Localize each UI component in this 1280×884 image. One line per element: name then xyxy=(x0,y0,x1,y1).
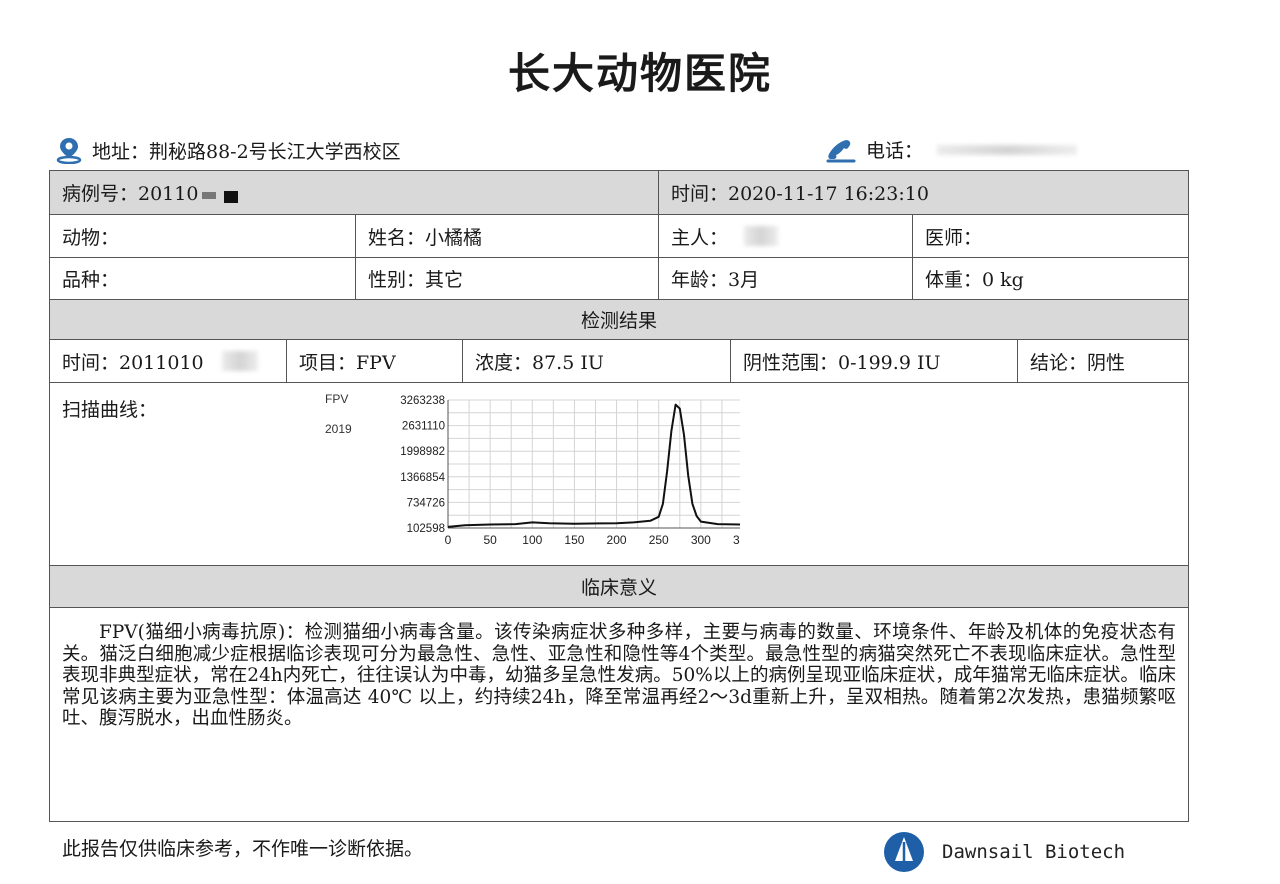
chart-x-tick-label: 0 xyxy=(445,533,452,547)
brand-name: Dawnsail Biotech xyxy=(942,841,1126,863)
scan-curve-chart: FPV 2019 102598 734726 1366854 1998982 2631110… xyxy=(325,392,740,547)
case-number: 病例号：20110 xyxy=(50,171,658,214)
chart-x-tick-label: 200 xyxy=(607,533,627,547)
negative-range-field: 阴性范围：0-199.9 IU xyxy=(730,340,1017,382)
breed-field: 品种： xyxy=(62,269,120,291)
chart-y-tick-label: 1366854 xyxy=(400,472,445,484)
case-number-redacted-2 xyxy=(224,190,239,203)
owner-redacted xyxy=(744,226,779,246)
breed-row: 品种： 性别：其它 年龄：3月 体重：0 kg xyxy=(50,258,1188,300)
result-header-row: 检测结果 xyxy=(50,300,1188,340)
chart-series-line xyxy=(447,403,740,528)
sex-field: 性别：其它 xyxy=(355,258,658,299)
chart-y-tick-label: 1998982 xyxy=(400,446,445,458)
location-pin-icon xyxy=(56,138,82,164)
meaning-header-row: 临床意义 xyxy=(50,566,1188,608)
chart-x-tick-label: 100 xyxy=(522,533,542,547)
clinical-meaning-text: FPV(猫细小病毒抗原)：检测猫细小病毒含量。该传染病症状多种多样，主要与病毒的… xyxy=(62,622,1176,729)
pet-name-field: 姓名：小橘橘 xyxy=(355,215,658,257)
case-number-redacted xyxy=(202,192,217,199)
result-row: 时间：2011010 项目：FPV 浓度：87.5 IU 阴性范围：0-199.… xyxy=(50,340,1188,383)
concentration-field: 浓度：87.5 IU xyxy=(462,340,730,382)
chart-y-tick-label: 2631110 xyxy=(402,421,445,433)
owner-label: 主人： xyxy=(671,226,729,249)
chart-y-tick-label: 3263238 xyxy=(400,395,445,407)
brand-logo: Dawnsail Biotech xyxy=(882,830,1125,874)
phone-line: 电话： xyxy=(826,136,1078,163)
chart-x-tick-label: 250 xyxy=(649,533,669,547)
result-time: 时间：2011010 xyxy=(50,340,286,382)
chart-x-tick-label: 50 xyxy=(483,533,497,547)
scan-label: 扫描曲线： xyxy=(62,399,158,421)
result-section-title: 检测结果 xyxy=(580,310,657,332)
meaning-section-title: 临床意义 xyxy=(580,577,657,599)
item-field: 项目：FPV xyxy=(286,340,462,382)
dawnsail-logo xyxy=(884,832,924,872)
chart-side-label: 2019 xyxy=(325,422,352,436)
case-row: 病例号：20110 时间：2020-11-17 16:23:10 xyxy=(50,171,1188,215)
owner-field: 主人： xyxy=(658,215,912,257)
age-field: 年龄：3月 xyxy=(658,258,912,299)
chart-y-tick-label: 734726 xyxy=(407,497,445,509)
result-time-redacted xyxy=(221,351,258,371)
phone-icon xyxy=(826,139,856,162)
animal-field: 动物： xyxy=(62,226,120,249)
hospital-title: 长大动物医院 xyxy=(507,49,772,98)
chart-x-tick-label: 300 xyxy=(691,533,711,547)
weight-field: 体重：0 kg xyxy=(912,258,1188,299)
animal-row: 动物： 姓名：小橘橘 主人： 医师： xyxy=(50,215,1188,258)
address-line: 地址：荆秘路88-2号长江大学西校区 xyxy=(56,136,401,164)
chart-side-label: FPV xyxy=(325,392,348,406)
scan-curve-area: 扫描曲线： FPV 2019 102598 734726 1366854 1998982 2… xyxy=(50,383,1188,566)
address-text: 地址：荆秘路88-2号长江大学西校区 xyxy=(92,140,401,163)
case-number-text: 病例号：20110 xyxy=(62,183,199,205)
phone-label: 电话： xyxy=(866,140,924,162)
conclusion-field: 结论：阴性 xyxy=(1017,340,1188,382)
chart-y-tick-label: 102598 xyxy=(407,523,445,535)
doctor-field: 医师： xyxy=(912,215,1188,257)
case-time: 时间：2020-11-17 16:23:10 xyxy=(658,171,1188,214)
clinical-meaning: FPV(猫细小病毒抗原)：检测猫细小病毒含量。该传染病症状多种多样，主要与病毒的… xyxy=(50,608,1188,730)
chart-x-tick-label: 150 xyxy=(564,533,584,547)
report-table: 病例号：20110 时间：2020-11-17 16:23:10 动物： 姓名：… xyxy=(49,170,1189,822)
disclaimer: 此报告仅供临床参考，不作唯一诊断依据。 xyxy=(62,838,424,860)
result-time-text: 时间：2011010 xyxy=(62,351,204,374)
phone-redacted xyxy=(937,144,1078,155)
chart-x-tick-label: 350 xyxy=(733,533,740,547)
